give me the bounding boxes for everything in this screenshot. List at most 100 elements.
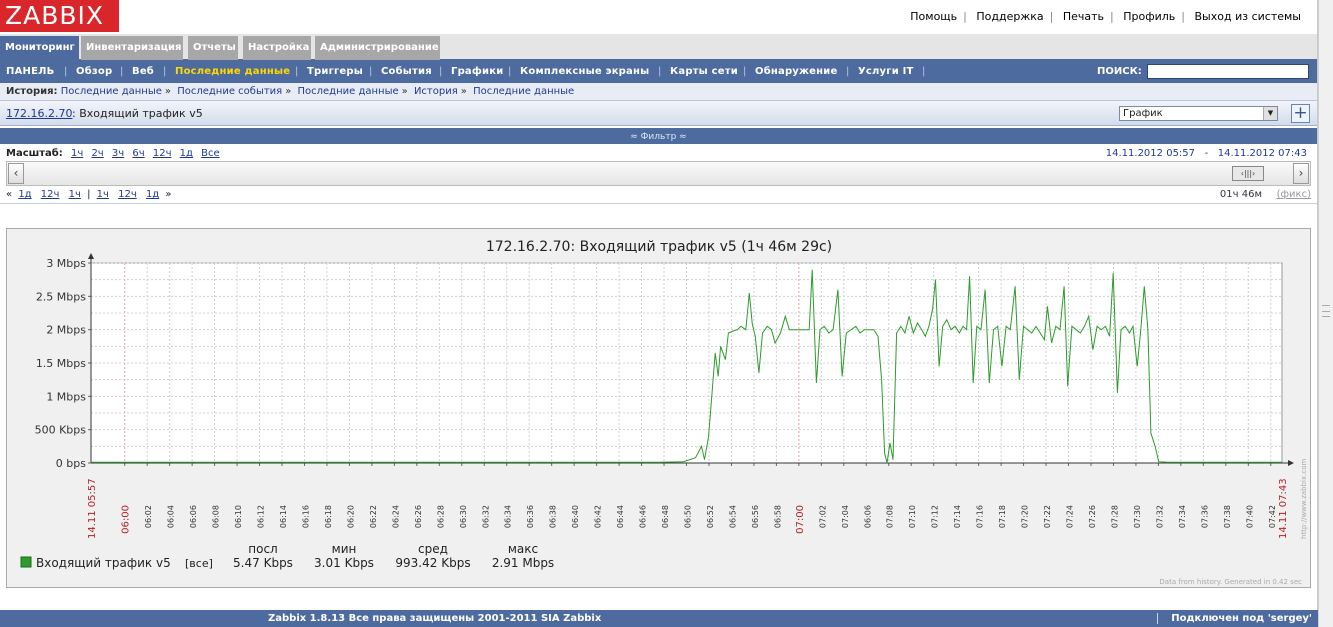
x-tick-label: 07:22 [1043, 505, 1052, 528]
zoom-12h[interactable]: 12ч [153, 148, 172, 159]
x-tick-label: 07:14 [953, 505, 962, 528]
x-tick-label: 06:00 [121, 505, 132, 534]
filter-toggle[interactable]: ≈ Фильтр ≈ [0, 126, 1317, 144]
tab-monitoring[interactable]: Мониторинг [0, 36, 79, 60]
nav-graphs[interactable]: Графики [451, 66, 503, 77]
scrollbar-grip[interactable] [1322, 305, 1330, 317]
traffic-graph: 172.16.2.70: Входящий трафик v5 (1ч 46м … [7, 229, 1310, 587]
nav-dashboard[interactable]: ПАНЕЛЬ [6, 66, 54, 77]
add-to-favourites-icon[interactable]: + [1291, 104, 1310, 123]
nav-events[interactable]: События [381, 66, 432, 77]
back-1h[interactable]: 1ч [69, 189, 81, 200]
zoom-2h[interactable]: 2ч [91, 148, 103, 159]
support-link[interactable]: Поддержка [970, 10, 1049, 23]
x-tick-label: 06:08 [212, 505, 221, 528]
x-tick-label: 07:32 [1155, 505, 1164, 528]
search-input[interactable] [1147, 64, 1309, 79]
search-label: ПОИСК: [1097, 66, 1142, 77]
page-scrollbar[interactable] [1318, 0, 1333, 627]
zabbix-logo[interactable]: ZABBIX [0, 0, 119, 32]
y-tick-label: 500 Kbps [35, 424, 87, 437]
x-start-label: 14.11 05:57 [87, 478, 98, 539]
x-end-label: 14.11 07:43 [1278, 478, 1289, 539]
y-tick-label: 2.5 Mbps [36, 290, 86, 303]
x-tick-label: 06:50 [684, 505, 693, 528]
x-tick-label: 07:28 [1110, 505, 1119, 528]
tab-configuration[interactable]: Настройка [243, 36, 311, 60]
back-1d[interactable]: 1д [18, 189, 31, 200]
nav-triggers[interactable]: Триггеры [307, 66, 363, 77]
tab-inventory[interactable]: Инвентаризация [81, 36, 183, 60]
time-scale-panel: Масштаб: 1ч 2ч 3ч 6ч 12ч 1д Все 14.11.20… [0, 144, 1317, 204]
legend-value-min: 3.01 Kbps [314, 556, 374, 570]
fwd-1d[interactable]: 1д [146, 189, 159, 200]
help-link[interactable]: Помощь [904, 10, 963, 23]
chevron-left-icon[interactable]: ‹ [8, 163, 24, 184]
zoom-1h[interactable]: 1ч [71, 148, 83, 159]
item-title-bar: 172.16.2.70 : Входящий трафик v5 График … [0, 100, 1317, 126]
x-tick-label: 06:30 [459, 505, 468, 528]
chevron-down-icon: ▼ [1263, 107, 1277, 120]
nav-back-icon: « [6, 189, 13, 200]
view-select[interactable]: График ▼ [1119, 106, 1278, 121]
footer-user: Подключен под 'sergey' [1157, 610, 1312, 627]
x-tick-label: 06:14 [279, 505, 288, 528]
x-tick-label: 06:22 [369, 505, 378, 528]
x-tick-label: 06:02 [144, 505, 153, 528]
period-length: 01ч 46м [1219, 189, 1262, 200]
chart-title: 172.16.2.70: Входящий трафик v5 (1ч 46м … [486, 239, 832, 255]
time-slider[interactable]: ‹ ‹|||› › [6, 161, 1311, 186]
history-item[interactable]: Последние данные [298, 86, 399, 97]
zoom-6h[interactable]: 6ч [132, 148, 144, 159]
nav-discovery[interactable]: Обнаружение [755, 66, 837, 77]
legend-header-max: макс [508, 542, 538, 556]
x-tick-label: 07:02 [818, 505, 827, 528]
nav-screens[interactable]: Комплексные экраны [520, 66, 649, 77]
history-item[interactable]: Последние данные [473, 86, 574, 97]
print-link[interactable]: Печать [1057, 10, 1110, 23]
fwd-12h[interactable]: 12ч [118, 189, 137, 200]
history-item[interactable]: История [414, 86, 458, 97]
nav-maps[interactable]: Карты сети [670, 66, 738, 77]
x-tick-label: 06:04 [167, 505, 176, 528]
nav-overview[interactable]: Обзор [76, 66, 112, 77]
x-tick-label: 07:40 [1245, 505, 1254, 528]
zoom-all[interactable]: Все [201, 148, 220, 159]
profile-link[interactable]: Профиль [1117, 10, 1181, 23]
x-tick-label: 07:18 [998, 505, 1007, 528]
tab-reports[interactable]: Отчеты [188, 36, 238, 60]
chart-watermark: http://www.zabbix.com [1300, 459, 1308, 539]
nav-latest-data[interactable]: Последние данные [175, 66, 290, 77]
view-select-value: График [1123, 108, 1163, 119]
tab-administration[interactable]: Администрирование [315, 36, 440, 60]
nav-separator: | [87, 189, 91, 200]
x-tick-label: 07:36 [1200, 505, 1209, 528]
nav-it-services[interactable]: Услуги IT [858, 66, 914, 77]
back-12h[interactable]: 12ч [41, 189, 60, 200]
x-tick-label: 06:06 [189, 505, 198, 528]
nav-web[interactable]: Веб [132, 66, 154, 77]
x-tick-label: 06:18 [324, 505, 333, 528]
zoom-3h[interactable]: 3ч [112, 148, 124, 159]
fwd-1h[interactable]: 1ч [97, 189, 109, 200]
history-label: История: [6, 86, 58, 97]
chevron-right-icon[interactable]: › [1293, 163, 1309, 184]
x-tick-label: 06:26 [414, 505, 423, 528]
history-item[interactable]: Последние данные [61, 86, 162, 97]
history-item[interactable]: Последние события [177, 86, 282, 97]
y-tick-label: 2 Mbps [46, 324, 86, 337]
fix-period-link[interactable]: (фикс) [1277, 189, 1311, 200]
history-breadcrumb: История: Последние данные» Последние соб… [0, 83, 1317, 100]
host-link[interactable]: 172.16.2.70 [6, 107, 72, 120]
y-tick-label: 1.5 Mbps [36, 357, 86, 370]
x-tick-label: 06:44 [616, 505, 625, 528]
x-tick-label: 07:08 [886, 505, 895, 528]
legend-value-max: 2.91 Mbps [492, 556, 554, 570]
logout-link[interactable]: Выход из системы [1189, 10, 1307, 23]
x-tick-label: 06:28 [436, 505, 445, 528]
x-tick-label: 06:40 [571, 505, 580, 528]
zoom-1d[interactable]: 1д [180, 148, 193, 159]
x-tick-label: 07:10 [908, 505, 917, 528]
period-nav-row: « 1д 12ч 1ч | 1ч 12ч 1д » [6, 189, 172, 200]
slider-handle[interactable]: ‹|||› [1232, 166, 1264, 181]
